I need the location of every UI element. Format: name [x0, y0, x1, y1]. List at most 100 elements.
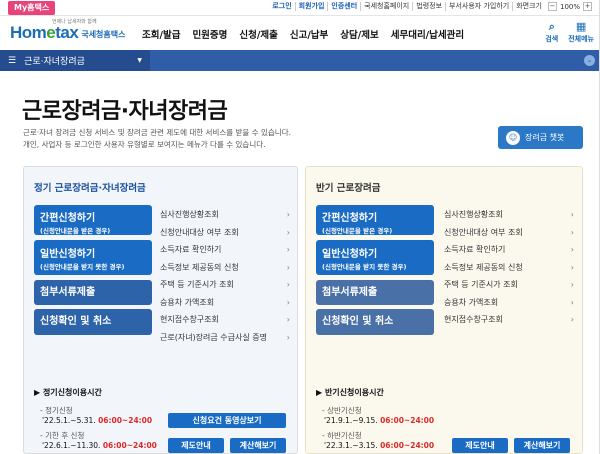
link-housing-price[interactable]: 주택 등 기준시가 조회 › — [444, 276, 574, 294]
period-value: '22.5.1.~5.31. 06:00~24:00 — [42, 416, 153, 425]
general-apply-button[interactable]: 일반신청하기 (신청안내문을 받지 못한 경우) — [316, 240, 434, 275]
chevron-right-icon: › — [570, 262, 574, 272]
chevron-right-icon: › — [570, 210, 574, 220]
dropdown-arrow-icon: ▼ — [137, 57, 142, 64]
login-link[interactable]: 로그인 — [269, 2, 294, 11]
guide-button[interactable]: 제도안내 — [452, 438, 508, 453]
confirm-cancel-button[interactable]: 신청확인 및 취소 — [316, 309, 434, 335]
attach-docs-button[interactable]: 첨부서류제출 — [34, 280, 152, 305]
period-label: - 기한 후 신청 — [40, 431, 85, 440]
link-income-consent[interactable]: 소득정보 제공동의 신청 › — [160, 259, 290, 277]
link-income-data[interactable]: 소득자료 확인하기 › — [444, 241, 574, 259]
all-menu-button[interactable]: ▦ 전체메뉴 — [568, 20, 594, 44]
general-apply-button[interactable]: 일반신청하기 (신청안내문을 받지 못한 경우) — [34, 240, 152, 275]
link-receipt-certificate[interactable]: 근로(자녀)장려금 수급사실 증명 › — [160, 329, 290, 347]
law-info-link[interactable]: 법령정보 — [412, 2, 445, 11]
chevron-right-icon: › — [286, 245, 290, 255]
nav-civil-certificate[interactable]: 민원증명 — [192, 27, 227, 41]
nav-consult-report[interactable]: 상담/제보 — [340, 27, 378, 41]
video-button[interactable]: 신청요건 동영상보기 — [168, 413, 286, 428]
period-title: ▶ 정기신청이용시간 — [34, 388, 102, 397]
period-label: - 하반기신청 — [322, 431, 362, 440]
chevron-down-icon[interactable]: ⌄ — [584, 55, 595, 66]
calculate-button[interactable]: 계산해보기 — [514, 438, 570, 453]
link-car-value[interactable]: 승용차 가액조회 › — [160, 294, 290, 312]
logo-tagline: 언제나 납세자와 함께 — [52, 19, 97, 25]
nav-application-submit[interactable]: 신청/제출 — [239, 27, 277, 41]
chatbot-button[interactable]: ☺ 장려금 챗봇 — [498, 126, 583, 149]
utility-bar: My홈택스 로그인 회원가입 인증센터 국세청홈페이지 법령정보 부서사용자 가… — [0, 0, 600, 16]
service-links: 심사진행상황조회 › 신청안내대상 여부 조회 › 소득자료 확인하기 › 소득정보 … — [444, 206, 574, 329]
period-value: '21.9.1.~9.15. 06:00~24:00 — [324, 416, 435, 425]
link-housing-price[interactable]: 주택 등 기준시가 조회 › — [160, 276, 290, 294]
hamburger-icon: ☰ — [8, 55, 17, 66]
dept-user-signup-link[interactable]: 부서사용자 가입하기 — [445, 2, 512, 11]
nts-homepage-link[interactable]: 국세청홈페이지 — [360, 2, 412, 11]
utility-links: 로그인 회원가입 인증센터 국세청홈페이지 법령정보 부서사용자 가입하기 화면… — [269, 2, 592, 11]
link-car-value[interactable]: 승용차 가액조회 › — [444, 294, 574, 312]
chevron-right-icon: › — [286, 227, 290, 237]
calculate-button[interactable]: 계산해보기 — [230, 438, 286, 453]
simple-apply-button[interactable]: 간편신청하기 (신청안내문을 받은 경우) — [316, 205, 434, 235]
nav-report-pay[interactable]: 신고/납부 — [290, 27, 328, 41]
period-label: - 정기신청 — [40, 406, 73, 415]
confirm-cancel-button[interactable]: 신청확인 및 취소 — [34, 309, 152, 335]
period-title: ▶ 반기신청이용시간 — [316, 388, 384, 397]
link-local-desk[interactable]: 현지접수창구조회 › — [444, 311, 574, 329]
robot-icon: ☺ — [506, 130, 520, 145]
chevron-right-icon: › — [570, 227, 574, 237]
cert-center-link[interactable]: 인증센터 — [327, 2, 360, 11]
chevron-right-icon: › — [286, 262, 290, 272]
chevron-right-icon: › — [286, 280, 290, 290]
logo-subtitle: 국세청홈택스 — [81, 30, 126, 39]
section-dropdown[interactable]: ☰ 근로·자녀장려금 ▼ — [0, 50, 150, 71]
my-hometax-tab[interactable]: My홈택스 — [8, 1, 56, 15]
zoom-value: 100% — [559, 2, 580, 11]
chevron-right-icon: › — [570, 315, 574, 325]
chevron-right-icon: › — [570, 297, 574, 307]
section-nav-bar: ☰ 근로·자녀장려금 ▼ ⌄ — [0, 50, 600, 71]
chevron-right-icon: › — [570, 245, 574, 255]
header-icons: ⌕ 검색 ▦ 전체메뉴 — [545, 20, 594, 44]
link-eligibility-check[interactable]: 신청안내대상 여부 조회 › — [160, 224, 290, 242]
nav-tax-agent[interactable]: 세무대리/납세관리 — [391, 27, 464, 41]
search-icon: ⌕ — [548, 20, 555, 33]
panel-title: 반기 근로장려금 — [316, 183, 381, 194]
link-income-consent[interactable]: 소득정보 제공동의 신청 › — [444, 259, 574, 277]
link-eligibility-check[interactable]: 신청안내대상 여부 조회 › — [444, 224, 574, 242]
chevron-right-icon: › — [286, 332, 290, 342]
period-value: '22.6.1.~11.30. 06:00~24:00 — [42, 441, 157, 450]
service-links: 심사진행상황조회 › 신청안내대상 여부 조회 › 소득자료 확인하기 › 소득정보 … — [160, 206, 290, 346]
logo-wordmark: Hometax — [10, 23, 79, 42]
site-header: 언제나 납세자와 함께 Hometax 국세청홈택스 조회/발급 민원증명 신청… — [0, 16, 600, 50]
page-title: 근로장려금·자녀장려금 — [22, 99, 228, 124]
period-value: '22.3.1.~3.15. 06:00~24:00 — [324, 441, 435, 450]
chevron-right-icon: › — [286, 297, 290, 307]
period-label: - 상반기신청 — [322, 406, 362, 415]
guide-button[interactable]: 제도안내 — [168, 438, 224, 453]
zoom-out-button[interactable]: − — [547, 2, 557, 11]
zoom-control: − 100% + — [547, 2, 592, 11]
hometax-logo[interactable]: 언제나 납세자와 함께 Hometax 국세청홈택스 — [10, 19, 126, 43]
simple-apply-button[interactable]: 간편신청하기 (신청안내문을 받은 경우) — [34, 205, 152, 235]
panel-title: 정기 근로장려금·자녀장려금 — [34, 183, 146, 194]
attach-docs-button[interactable]: 첨부서류제출 — [316, 280, 434, 305]
zoom-in-button[interactable]: + — [583, 2, 592, 11]
grid-icon: ▦ — [575, 20, 587, 33]
main-nav: 조회/발급 민원증명 신청/제출 신고/납부 상담/제보 세무대리/납세관리 — [142, 27, 464, 41]
nav-inquiry-issue[interactable]: 조회/발급 — [142, 27, 180, 41]
link-local-desk[interactable]: 현지접수창구조회 › — [160, 311, 290, 329]
signup-link[interactable]: 회원가입 — [294, 2, 328, 11]
link-review-status[interactable]: 심사진행상황조회 › — [444, 206, 574, 224]
chevron-right-icon: › — [570, 280, 574, 290]
regular-incentive-panel: 정기 근로장려금·자녀장려금 간편신청하기 (신청안내문을 받은 경우) 일반신… — [23, 166, 298, 454]
link-income-data[interactable]: 소득자료 확인하기 › — [160, 241, 290, 259]
chevron-right-icon: › — [286, 210, 290, 220]
search-button[interactable]: ⌕ 검색 — [545, 20, 558, 44]
semiannual-incentive-panel: 반기 근로장려금 간편신청하기 (신청안내문을 받은 경우) 일반신청하기 (신… — [305, 166, 583, 454]
screen-size-label: 화면크기 — [512, 2, 545, 11]
chevron-right-icon: › — [286, 315, 290, 325]
section-dropdown-label: 근로·자녀장려금 — [24, 57, 85, 67]
page-description: 근로·자녀 장려금 신청 서비스 및 장려금 관련 제도에 대한 서비스를 받을… — [23, 128, 291, 149]
link-review-status[interactable]: 심사진행상황조회 › — [160, 206, 290, 224]
